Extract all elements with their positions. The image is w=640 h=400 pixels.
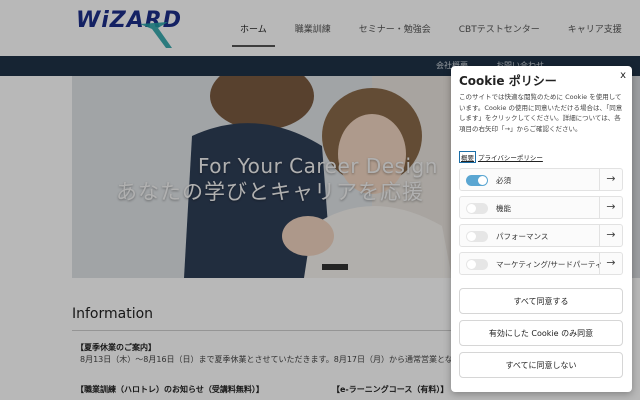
toggle-knob <box>467 260 476 269</box>
summary-link[interactable]: 概要 <box>459 151 476 163</box>
toggle-switch[interactable] <box>466 203 488 214</box>
cookie-category-label: パフォーマンス <box>496 232 549 241</box>
privacy-policy-link[interactable]: プライバシーポリシー <box>478 152 543 162</box>
toggle-knob <box>467 232 476 241</box>
cookie-description: このサイトでは快適な閲覧のために Cookie を使用しています。Cookie … <box>459 93 623 133</box>
row-divider <box>599 197 600 218</box>
cookie-category-functional[interactable]: 機能 → <box>459 196 623 219</box>
cookie-category-performance[interactable]: パフォーマンス → <box>459 224 623 247</box>
arrow-right-icon[interactable]: → <box>605 228 617 242</box>
cookie-category-required[interactable]: 必須 → <box>459 168 623 191</box>
accept-all-button[interactable]: すべて同意する <box>459 288 623 314</box>
toggle-knob <box>467 204 476 213</box>
cookie-dialog-title: Cookie ポリシー <box>459 74 557 88</box>
toggle-knob <box>478 176 487 185</box>
toggle-switch[interactable] <box>466 231 488 242</box>
cookie-category-label: 機能 <box>496 204 511 213</box>
toggle-switch[interactable] <box>466 175 488 186</box>
toggle-switch[interactable] <box>466 259 488 270</box>
cookie-policy-dialog: Cookie ポリシー x このサイトでは快適な閲覧のために Cookie を使… <box>451 66 632 392</box>
arrow-right-icon[interactable]: → <box>605 200 617 214</box>
row-divider <box>599 225 600 246</box>
accept-enabled-button[interactable]: 有効にした Cookie のみ同意 <box>459 320 623 346</box>
cookie-category-label: 必須 <box>496 176 511 185</box>
cookie-category-marketing[interactable]: マーケティング/サードパーティ → <box>459 252 623 275</box>
row-divider <box>599 253 600 274</box>
arrow-right-icon[interactable]: → <box>605 256 617 270</box>
reject-all-button[interactable]: すべてに同意しない <box>459 352 623 378</box>
cookie-category-label: マーケティング/サードパーティ <box>496 260 603 269</box>
close-icon[interactable]: x <box>620 70 626 81</box>
row-divider <box>599 169 600 190</box>
arrow-right-icon[interactable]: → <box>605 172 617 186</box>
